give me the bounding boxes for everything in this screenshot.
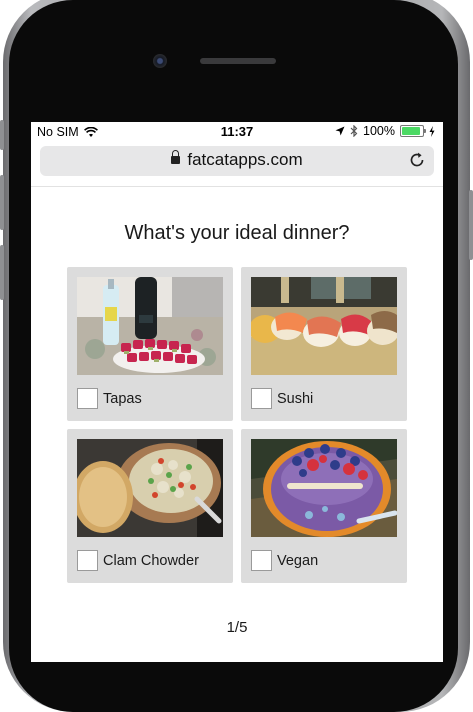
location-arrow-icon — [335, 126, 345, 136]
phone-screen: No SIM 11:37 100% fatcatapps.com What's … — [31, 122, 443, 662]
status-right-group: 100% — [335, 124, 435, 138]
quiz-option-vegan[interactable]: Vegan — [241, 429, 407, 583]
clam-chowder-checkbox[interactable] — [77, 550, 98, 571]
quiz-progress: 1/5 — [226, 619, 248, 636]
vegan-label: Vegan — [277, 553, 319, 569]
earpiece-speaker — [200, 58, 276, 64]
sushi-checkbox[interactable] — [251, 388, 272, 409]
status-bar: No SIM 11:37 100% — [31, 122, 443, 142]
sushi-photo — [251, 277, 397, 375]
reload-icon[interactable] — [408, 151, 426, 169]
clam-chowder-photo — [77, 439, 223, 537]
quiz-option-clam-chowder[interactable]: Clam Chowder — [67, 429, 233, 583]
battery-icon — [400, 125, 426, 137]
quiz-question: What's your ideal dinner? — [124, 222, 350, 244]
quiz-option-sushi[interactable]: Sushi — [241, 267, 407, 421]
toolbar-divider — [31, 186, 443, 187]
url-display: fatcatapps.com — [40, 150, 434, 170]
power-button — [469, 190, 473, 260]
quiz-option-tapas[interactable]: Tapas — [67, 267, 233, 421]
front-camera — [153, 54, 167, 68]
mute-switch — [0, 120, 4, 150]
vegan-photo — [251, 439, 397, 537]
lock-icon — [171, 150, 181, 164]
battery-percent: 100% — [363, 124, 395, 138]
volume-down-button — [0, 245, 4, 300]
clam-chowder-label: Clam Chowder — [103, 553, 199, 569]
tapas-label: Tapas — [103, 391, 142, 407]
tapas-checkbox[interactable] — [77, 388, 98, 409]
tapas-photo — [77, 277, 223, 375]
volume-up-button — [0, 175, 4, 230]
vegan-checkbox[interactable] — [251, 550, 272, 571]
sushi-label: Sushi — [277, 391, 314, 407]
url-text: fatcatapps.com — [187, 150, 303, 169]
address-bar[interactable]: fatcatapps.com — [40, 146, 434, 176]
charging-bolt-icon — [429, 125, 435, 137]
bluetooth-icon — [350, 125, 358, 137]
